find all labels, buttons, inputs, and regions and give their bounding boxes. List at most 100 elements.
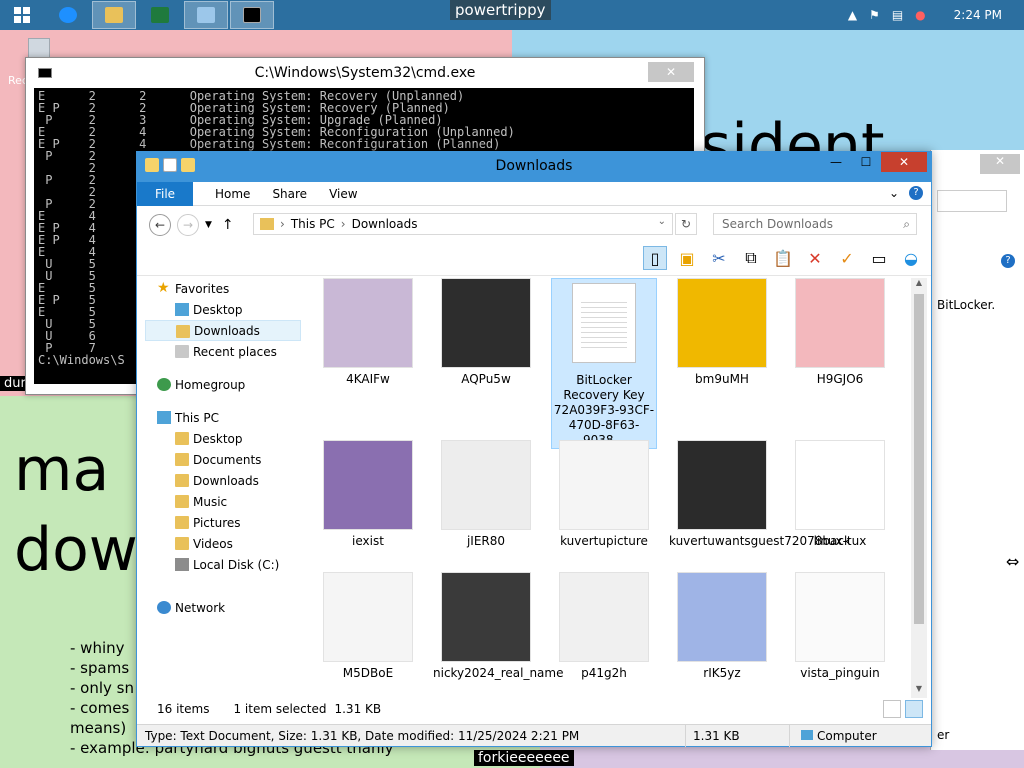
taskbar-explorer-button[interactable]	[92, 1, 136, 29]
nav-label: Downloads	[194, 323, 260, 338]
taskbar-clock[interactable]: 2:24 PM	[954, 8, 1002, 22]
tab-home[interactable]: Home	[215, 187, 250, 201]
search-input[interactable]: Search Downloads ⌕	[713, 213, 917, 235]
start-button[interactable]	[0, 1, 44, 29]
nav-desktop[interactable]: Desktop	[145, 299, 305, 320]
file-item[interactable]: linux-tux	[787, 440, 893, 549]
taskbar-remote-button[interactable]	[184, 1, 228, 29]
recent-locations-icon[interactable]: ▼	[205, 220, 212, 230]
breadcrumb-downloads[interactable]: Downloads	[352, 217, 418, 231]
background-window-close-button[interactable]: ✕	[980, 154, 1020, 174]
image-thumbnail	[441, 572, 531, 662]
file-item[interactable]: p41g2h	[551, 572, 657, 681]
copy-icon[interactable]: ⧉	[739, 246, 763, 270]
scrollbar-thumb[interactable]	[914, 294, 924, 624]
rename-icon[interactable]: ✓	[835, 246, 859, 270]
cmd-titlebar[interactable]: C:\Windows\System32\cmd.exe	[26, 58, 704, 88]
action-center-flag-icon[interactable]: ⚑	[869, 8, 880, 22]
select-icon[interactable]: ▣	[675, 246, 699, 270]
nav-recent-places[interactable]: Recent places	[145, 341, 305, 362]
chevron-right-icon[interactable]: ›	[341, 217, 346, 231]
vertical-scrollbar[interactable]: ▲ ▼	[911, 278, 927, 698]
folder-icon	[175, 516, 189, 529]
close-button[interactable]: ✕	[881, 152, 927, 172]
back-button[interactable]: ←	[149, 214, 171, 236]
taskbar-cmd-button[interactable]	[230, 1, 274, 29]
nav-pc-music[interactable]: Music	[145, 491, 305, 512]
address-bar[interactable]: › This PC › Downloads ⌄	[253, 213, 673, 235]
file-item[interactable]: jIER80	[433, 440, 539, 549]
scroll-up-icon[interactable]: ▲	[911, 278, 927, 292]
nav-pc-downloads[interactable]: Downloads	[145, 470, 305, 491]
nav-pc-documents[interactable]: Documents	[145, 449, 305, 470]
refresh-button[interactable]: ↻	[675, 213, 697, 235]
nav-pc-videos[interactable]: Videos	[145, 533, 305, 554]
background-window-search[interactable]	[937, 190, 1007, 212]
preview-pane-icon[interactable]: ▯	[643, 246, 667, 270]
volume-muted-icon[interactable]: ●	[915, 8, 925, 22]
details-view-icon[interactable]	[883, 700, 901, 718]
star-icon: ★	[157, 280, 170, 296]
selection-count: 1 item selected	[233, 702, 327, 716]
file-item[interactable]: rIK5yz	[669, 572, 775, 681]
windows-logo-icon	[14, 7, 30, 23]
tab-view[interactable]: View	[329, 187, 357, 201]
nav-label: Downloads	[193, 473, 259, 488]
taskbar-ie-button[interactable]	[46, 1, 90, 29]
nav-homegroup[interactable]: Homegroup	[145, 374, 305, 395]
status-line: 16 items 1 item selected 1.31 KB	[157, 702, 381, 716]
background-window: ✕ ? BitLocker. er	[930, 150, 1024, 750]
file-name: kuvertuwantsguest72078back	[669, 534, 851, 548]
explorer-titlebar[interactable]: Downloads — ☐ ✕	[137, 152, 931, 182]
network-icon[interactable]: ▤	[892, 8, 903, 22]
status-location-label: Computer	[817, 729, 877, 743]
shell-icon[interactable]: ◒	[899, 246, 923, 270]
cut-icon[interactable]: ✂	[707, 246, 731, 270]
minimize-button[interactable]: —	[821, 152, 851, 172]
file-item[interactable]: kuvertuwantsguest72078back	[669, 440, 851, 549]
file-item[interactable]: 4KAIFw	[315, 278, 421, 387]
nav-label: Favorites	[175, 281, 230, 296]
nav-label: This PC	[175, 410, 219, 425]
expand-ribbon-icon[interactable]: ⌄	[889, 186, 899, 200]
up-button[interactable]: ↑	[222, 217, 234, 233]
nav-downloads[interactable]: Downloads	[145, 320, 301, 341]
tray-expand-icon[interactable]: ▲	[848, 8, 857, 22]
large-icons-view-icon[interactable]	[905, 700, 923, 718]
file-item[interactable]: iexist	[315, 440, 421, 549]
nav-favorites[interactable]: ★ Favorites	[145, 278, 305, 299]
delete-icon[interactable]: ✕	[803, 246, 827, 270]
file-item[interactable]: H9GJO6	[787, 278, 893, 387]
file-item[interactable]: bm9uMH	[669, 278, 775, 387]
chevron-down-icon[interactable]: ⌄	[658, 216, 666, 227]
nav-label: Desktop	[193, 302, 243, 317]
file-list: 4KAIFw AQPu5w BitLocker Recovery Key 72A03…	[315, 278, 911, 690]
help-icon[interactable]: ?	[909, 186, 923, 200]
cmd-close-button[interactable]: ✕	[648, 62, 694, 82]
file-item[interactable]: nicky2024_real_name	[433, 572, 563, 681]
nav-this-pc[interactable]: This PC	[145, 407, 305, 428]
nav-local-disk[interactable]: Local Disk (C:)	[145, 554, 305, 575]
forward-button[interactable]: →	[177, 214, 199, 236]
file-item[interactable]: M5DBoE	[315, 572, 421, 681]
breadcrumb-thispc[interactable]: This PC	[291, 217, 335, 231]
nav-pc-desktop[interactable]: Desktop	[145, 428, 305, 449]
file-item[interactable]: AQPu5w	[433, 278, 539, 387]
chevron-right-icon[interactable]: ›	[280, 217, 285, 231]
selection-size: 1.31 KB	[334, 702, 382, 716]
properties-icon[interactable]: ▭	[867, 246, 891, 270]
file-item[interactable]: kuvertupicture	[551, 440, 657, 549]
tab-file[interactable]: File	[137, 181, 193, 206]
taskbar-excel-button[interactable]	[138, 1, 182, 29]
file-item[interactable]: vista_pinguin	[787, 572, 893, 681]
help-icon[interactable]: ?	[1001, 254, 1015, 268]
background-window-text: BitLocker.	[937, 298, 996, 312]
maximize-button[interactable]: ☐	[851, 152, 881, 172]
scroll-down-icon[interactable]: ▼	[911, 684, 927, 698]
network-icon	[157, 601, 171, 614]
tab-share[interactable]: Share	[272, 187, 307, 201]
file-item[interactable]: BitLocker Recovery Key 72A039F3-93CF-470…	[551, 278, 657, 449]
paste-icon[interactable]: 📋	[771, 246, 795, 270]
nav-network[interactable]: Network	[145, 597, 305, 618]
nav-pc-pictures[interactable]: Pictures	[145, 512, 305, 533]
